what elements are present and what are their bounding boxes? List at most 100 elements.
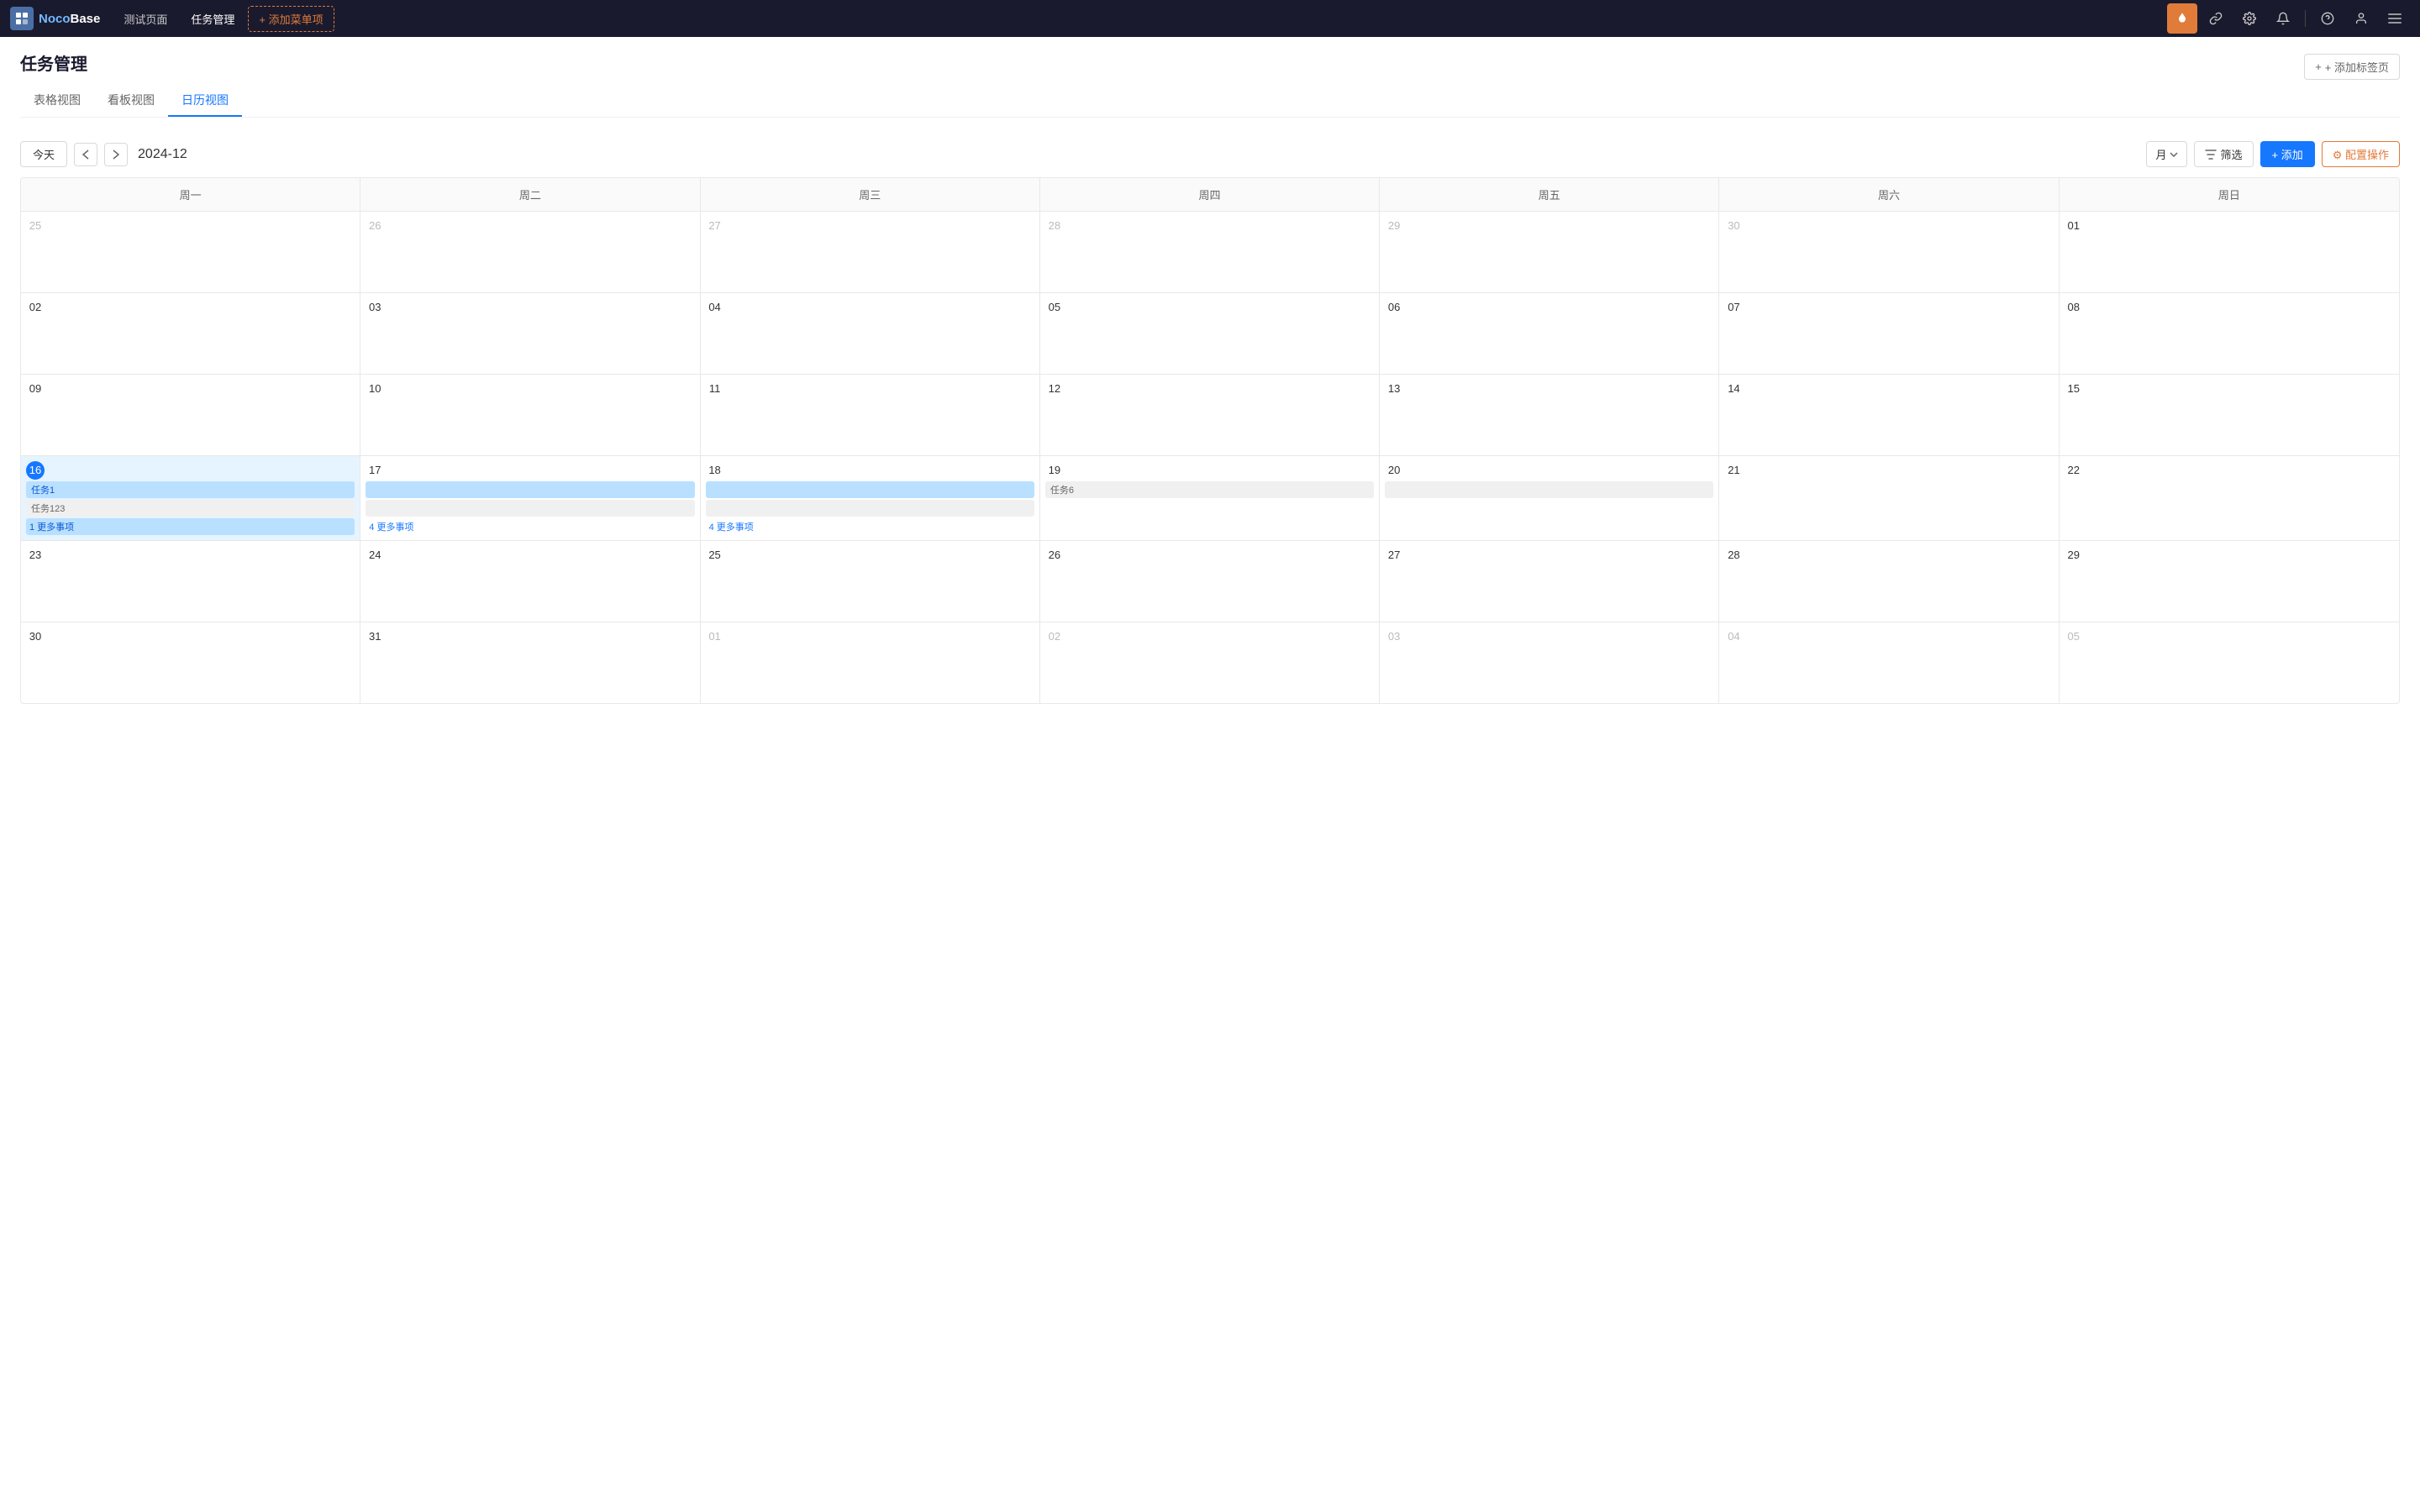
nav-item-test[interactable]: 测试页面 [113, 6, 177, 32]
cal-cell-nov27[interactable]: 27 [701, 212, 1040, 292]
nav-item-task[interactable]: 任务管理 [181, 6, 245, 32]
cal-cell-dec05[interactable]: 05 [1040, 293, 1380, 374]
calendar-period: 2024-12 [138, 147, 187, 162]
cal-row-6: 30 31 01 02 03 04 [21, 622, 2399, 703]
cal-row-3: 09 10 11 12 13 14 [21, 375, 2399, 456]
tab-table[interactable]: 表格视图 [20, 85, 94, 117]
cal-cell-dec20[interactable]: 20 [1380, 456, 1719, 540]
cal-row-2: 02 03 04 05 06 07 [21, 293, 2399, 375]
cal-cell-nov25[interactable]: 25 [21, 212, 360, 292]
cal-cell-dec26[interactable]: 26 [1040, 541, 1380, 622]
cal-cell-dec22[interactable]: 22 [2060, 456, 2399, 540]
cal-cell-nov26[interactable]: 26 [360, 212, 700, 292]
cal-cell-dec04[interactable]: 04 [701, 293, 1040, 374]
more-events-18[interactable]: 4 更多事项 [706, 518, 1034, 535]
cal-cell-dec31[interactable]: 31 [360, 622, 700, 703]
event-task6-20[interactable] [1385, 481, 1713, 498]
cal-cell-dec18[interactable]: 18 4 更多事项 [701, 456, 1040, 540]
cal-cell-dec14[interactable]: 14 [1719, 375, 2059, 455]
event-task6[interactable]: 任务6 [1045, 481, 1374, 498]
filter-btn[interactable]: 筛选 [2194, 141, 2253, 167]
event-task123[interactable]: 任务123 [26, 500, 355, 517]
cal-row-1: 25 26 27 28 29 30 [21, 212, 2399, 293]
cal-cell-dec15[interactable]: 15 [2060, 375, 2399, 455]
cal-cell-nov28[interactable]: 28 [1040, 212, 1380, 292]
page-header: 任务管理 + + 添加标签页 表格视图 看板视图 日历视图 [20, 37, 2400, 118]
weekday-sun: 周日 [2060, 178, 2399, 211]
more-events-16[interactable]: 1 更多事项 [26, 518, 355, 535]
event-task123-17[interactable] [366, 500, 694, 517]
cal-cell-jan05[interactable]: 05 [2060, 622, 2399, 703]
cal-cell-dec16[interactable]: 16 任务1 任务123 1 更多事项 [21, 456, 360, 540]
event-task1-17[interactable] [366, 481, 694, 498]
add-btn[interactable]: + 添加 [2260, 141, 2315, 167]
event-task123-18[interactable] [706, 500, 1034, 517]
today-btn[interactable]: 今天 [20, 141, 67, 167]
page: 任务管理 + + 添加标签页 表格视图 看板视图 日历视图 今天 [0, 37, 2420, 1512]
hamburger-icon-btn[interactable] [2380, 3, 2410, 34]
cal-cell-dec29[interactable]: 29 [2060, 541, 2399, 622]
cal-cell-dec09[interactable]: 09 [21, 375, 360, 455]
date-num: 25 [26, 217, 45, 235]
cal-row-4: 16 任务1 任务123 1 更多事项 17 4 更多事项 18 [21, 456, 2399, 541]
cal-cell-nov29[interactable]: 29 [1380, 212, 1719, 292]
bell-icon-btn[interactable] [2268, 3, 2298, 34]
date-num: 26 [366, 217, 384, 235]
add-menu-btn[interactable]: + 添加菜单项 [248, 6, 334, 32]
cal-cell-dec02[interactable]: 02 [21, 293, 360, 374]
cal-cell-dec21[interactable]: 21 [1719, 456, 2059, 540]
cal-cell-jan03[interactable]: 03 [1380, 622, 1719, 703]
cal-cell-jan02[interactable]: 02 [1040, 622, 1380, 703]
topnav: NocoBase 测试页面 任务管理 + 添加菜单项 [0, 0, 2420, 37]
cal-cell-dec30[interactable]: 30 [21, 622, 360, 703]
event-task1[interactable]: 任务1 [26, 481, 355, 498]
cal-cell-dec08[interactable]: 08 [2060, 293, 2399, 374]
cal-cell-dec24[interactable]: 24 [360, 541, 700, 622]
cal-cell-dec19[interactable]: 19 任务6 [1040, 456, 1380, 540]
cal-cell-nov30[interactable]: 30 [1719, 212, 2059, 292]
add-tab-icon: + [2315, 60, 2322, 73]
logo[interactable]: NocoBase [10, 7, 100, 30]
calendar-toolbar: 今天 2024-12 月 筛选 + 添加 ⚙ 配置操 [20, 128, 2400, 177]
cal-cell-dec13[interactable]: 13 [1380, 375, 1719, 455]
tab-kanban[interactable]: 看板视图 [94, 85, 168, 117]
cal-cell-dec27[interactable]: 27 [1380, 541, 1719, 622]
cal-cell-jan01[interactable]: 01 [701, 622, 1040, 703]
date-num: 27 [706, 217, 724, 235]
cal-cell-dec06[interactable]: 06 [1380, 293, 1719, 374]
more-events-17[interactable]: 4 更多事项 [366, 518, 694, 535]
tab-calendar[interactable]: 日历视图 [168, 85, 242, 117]
cal-cell-jan04[interactable]: 04 [1719, 622, 2059, 703]
config-btn[interactable]: ⚙ 配置操作 [2322, 141, 2400, 167]
link-icon-btn[interactable] [2201, 3, 2231, 34]
settings-icon-btn[interactable] [2234, 3, 2265, 34]
cal-cell-dec25[interactable]: 25 [701, 541, 1040, 622]
cal-cell-dec10[interactable]: 10 [360, 375, 700, 455]
cal-cell-dec12[interactable]: 12 [1040, 375, 1380, 455]
cal-cell-dec03[interactable]: 03 [360, 293, 700, 374]
calendar-body: 25 26 27 28 29 30 [21, 212, 2399, 703]
weekday-fri: 周五 [1380, 178, 1719, 211]
cal-cell-dec07[interactable]: 07 [1719, 293, 2059, 374]
date-num: 28 [1045, 217, 1064, 235]
cal-cell-dec28[interactable]: 28 [1719, 541, 2059, 622]
user-icon-btn[interactable] [2346, 3, 2376, 34]
prev-btn[interactable] [74, 143, 97, 166]
cal-cell-dec17[interactable]: 17 4 更多事项 [360, 456, 700, 540]
cal-cell-dec01[interactable]: 01 [2060, 212, 2399, 292]
event-task1-18[interactable] [706, 481, 1034, 498]
cal-cell-dec23[interactable]: 23 [21, 541, 360, 622]
calendar-header: 周一 周二 周三 周四 周五 周六 周日 [21, 178, 2399, 212]
weekday-wed: 周三 [701, 178, 1040, 211]
date-num: 30 [1724, 217, 1743, 235]
page-title: 任务管理 [20, 50, 87, 75]
cal-cell-dec11[interactable]: 11 [701, 375, 1040, 455]
add-tab-btn[interactable]: + + 添加标签页 [2304, 54, 2400, 80]
cal-row-5: 23 24 25 26 27 28 [21, 541, 2399, 622]
next-btn[interactable] [104, 143, 128, 166]
logo-icon [10, 7, 34, 30]
fire-icon-btn[interactable] [2167, 3, 2197, 34]
month-select-btn[interactable]: 月 [2146, 141, 2187, 167]
help-icon-btn[interactable] [2312, 3, 2343, 34]
logo-text: NocoBase [39, 12, 100, 26]
